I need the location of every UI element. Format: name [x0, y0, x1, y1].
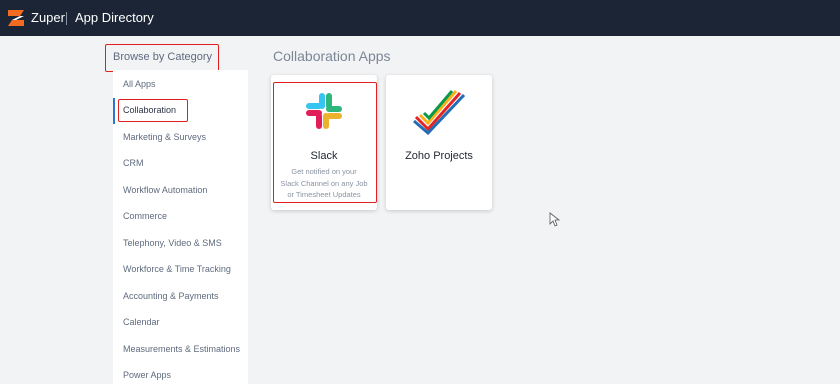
browse-by-category-heading: Browse by Category: [105, 44, 219, 72]
page-title: App Directory: [75, 10, 154, 25]
active-indicator: [113, 98, 115, 124]
brand-name[interactable]: Zuper: [31, 10, 65, 25]
sidebar-item-measurements-estimations[interactable]: Measurements & Estimations: [123, 344, 240, 354]
sidebar-item-power-apps[interactable]: Power Apps: [123, 370, 171, 380]
sidebar-item-all-apps[interactable]: All Apps: [123, 79, 156, 89]
selected-card-highlight: [273, 82, 377, 203]
sidebar-item-accounting-payments[interactable]: Accounting & Payments: [123, 291, 219, 301]
mouse-pointer-icon: [549, 212, 561, 227]
zuper-logo-icon[interactable]: [6, 8, 26, 28]
sidebar-item-marketing-surveys[interactable]: Marketing & Surveys: [123, 132, 206, 142]
sidebar-item-workforce-time-tracking[interactable]: Workforce & Time Tracking: [123, 264, 231, 274]
category-sidebar: All Apps Collaboration Marketing & Surve…: [113, 70, 248, 384]
section-title: Collaboration Apps: [273, 48, 391, 64]
top-bar: Zuper App Directory: [0, 0, 840, 36]
app-card-zoho-projects[interactable]: Zoho Projects: [386, 75, 492, 210]
sidebar-item-calendar[interactable]: Calendar: [123, 317, 160, 327]
sidebar-item-commerce[interactable]: Commerce: [123, 211, 167, 221]
sidebar-item-telephony-video-sms[interactable]: Telephony, Video & SMS: [123, 238, 222, 248]
sidebar-item-crm[interactable]: CRM: [123, 158, 144, 168]
header-divider: [66, 12, 67, 25]
zoho-projects-icon: [413, 90, 466, 135]
sidebar-item-workflow-automation[interactable]: Workflow Automation: [123, 185, 207, 195]
app-name-zoho-projects: Zoho Projects: [405, 150, 473, 162]
sidebar-item-collaboration[interactable]: Collaboration: [123, 105, 176, 115]
